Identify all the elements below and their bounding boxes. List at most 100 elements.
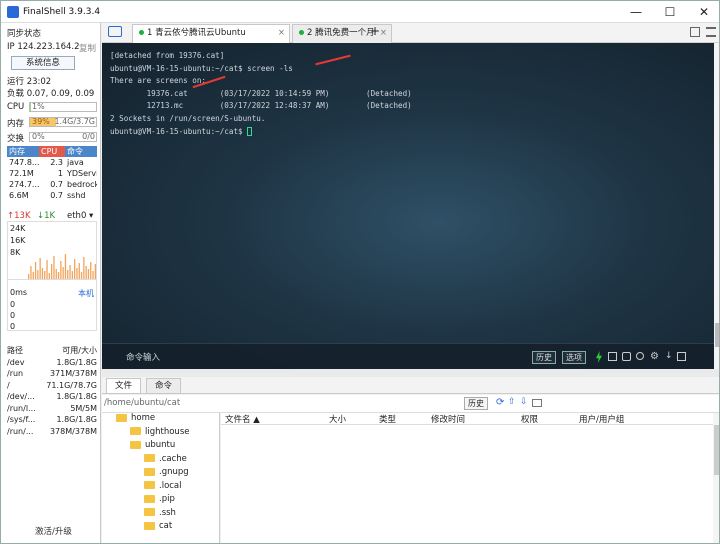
disk-path: /run/... (7, 426, 34, 436)
activate-upgrade-link[interactable]: 激活/升级 (35, 525, 72, 537)
process-memory: 72.1M (9, 169, 34, 178)
menu-icon[interactable] (706, 27, 716, 37)
tree-item[interactable]: .gnupg (144, 467, 189, 478)
file-row[interactable]: bukkit.yml1 KBYML 文件2022/03/17 22:15-rw-… (221, 520, 713, 532)
maximize-terminal-icon[interactable] (677, 352, 686, 361)
new-folder-icon[interactable] (532, 399, 542, 407)
file-row[interactable]: mods文件夹2022/03/17 22:15drwxrwxr-xubuntu/… (221, 461, 713, 473)
tab-session-1-close[interactable]: × (278, 25, 285, 42)
process-row[interactable]: 6.6M 0.7 sshd (7, 190, 97, 201)
folder-icon (144, 481, 155, 489)
tree-item[interactable]: .ssh (144, 508, 176, 519)
tree-item-label: .gnupg (159, 467, 189, 477)
terminal-line: ubuntu@VM-16-15-ubuntu:~/cat$ (110, 127, 253, 137)
folder-icon (116, 413, 127, 422)
panel-splitter[interactable] (102, 369, 719, 377)
col-modified[interactable]: 修改时间 (431, 413, 465, 425)
file-row[interactable]: plugins文件夹2022/03/17 22:15drwxrwxr-xubun… (221, 473, 713, 485)
col-permissions[interactable]: 权限 (521, 413, 538, 425)
tree-item-label: .pip (159, 494, 175, 504)
memory-percent: 39% (32, 117, 50, 126)
file-row[interactable]: logs文件夹2022/03/17 22:15drwxrwxr-xubuntu/… (221, 450, 713, 462)
folder-open-icon[interactable] (108, 26, 122, 37)
path-history-button[interactable]: 历史 (464, 397, 488, 410)
history-button[interactable]: 历史 (532, 351, 556, 364)
disk-row[interactable]: /dev/... 1.8G/1.8G (7, 391, 97, 403)
tree-item[interactable]: cat (144, 521, 172, 532)
disk-row[interactable]: /sys/f... 1.8G/1.8G (7, 414, 97, 426)
disk-path: /dev (7, 357, 25, 367)
download-icon[interactable]: ⇩ (520, 397, 528, 407)
tree-item-label: .local (159, 480, 182, 491)
session-tab-bar: 1 青云依兮腾讯云Ubuntu × 2 腾讯免费一个月 × + (102, 23, 719, 43)
process-command: java (67, 158, 84, 167)
col-name[interactable]: 文件名 ▲ (225, 413, 260, 425)
tab-commands[interactable]: 命令 (146, 378, 182, 394)
tab-files[interactable]: 文件 (106, 378, 142, 394)
folder-icon (144, 508, 155, 516)
minimize-button[interactable]: — (619, 1, 653, 23)
disk-row[interactable]: /dev 1.8G/1.8G (7, 357, 97, 369)
terminal[interactable]: [detached from 19376.cat] ubuntu@VM-16-15… (102, 43, 714, 369)
layout-icon[interactable] (690, 27, 700, 37)
disk-usage: 1.8G/1.8G (56, 415, 97, 424)
tree-item[interactable]: .pip (144, 494, 175, 505)
tree-item[interactable]: .cache (144, 454, 187, 465)
tree-item[interactable]: ubuntu (130, 440, 175, 451)
paste-icon[interactable] (622, 352, 631, 361)
process-memory: 747.8... (9, 158, 39, 167)
uptime: 运行 23:02 (7, 77, 52, 87)
upload-icon[interactable]: ⇧ (508, 397, 516, 407)
process-header-cpu[interactable]: CPU (39, 146, 65, 157)
ping-tick-2: 0 (10, 311, 16, 320)
refresh-icon[interactable]: ⟳ (496, 397, 504, 408)
lightning-icon[interactable] (596, 351, 602, 363)
disk-row[interactable]: /run 371M/378M (7, 368, 97, 380)
col-owner[interactable]: 用户/用户组 (579, 413, 624, 425)
file-row[interactable]: world文件夹2022/03/17 22:30drwxrwxr-xubuntu… (221, 485, 713, 497)
file-row[interactable]: config文件夹2022/03/17 22:15drwxrwxr-xubunt… (221, 426, 713, 438)
tree-item[interactable]: home (116, 413, 155, 424)
process-row[interactable]: 274.7... 0.7 bedrock (7, 179, 97, 190)
process-row[interactable]: 747.8... 2.3 java (7, 157, 97, 168)
load-average: 负载 0.07, 0.09, 0.09 (7, 89, 95, 99)
file-row[interactable]: banned-ips.json2 BJSON 文件2022/03/17 22:1… (221, 497, 713, 509)
add-tab-button[interactable]: + (370, 24, 380, 38)
tree-item[interactable]: lighthouse (130, 427, 189, 438)
process-cpu: 0.7 (50, 180, 63, 189)
disk-row[interactable]: /run/... 378M/378M (7, 426, 97, 438)
terminal-scrollbar[interactable] (714, 43, 719, 369)
cpu-label: CPU (7, 102, 25, 112)
tab-session-1[interactable]: 1 青云依兮腾讯云Ubuntu × (132, 24, 290, 43)
memory-label: 内存 (7, 119, 25, 129)
file-row[interactable]: libraries文件夹2022/03/17 22:15drwxrwxr-xub… (221, 438, 713, 450)
options-button[interactable]: 选项 (562, 351, 586, 364)
copy-ip-button[interactable]: 复制 (79, 42, 96, 54)
tree-item[interactable]: .local (144, 481, 182, 492)
net-interface-select[interactable]: eth0 ▾ (67, 211, 93, 221)
search-icon[interactable] (636, 352, 644, 360)
gear-icon[interactable]: ⚙ (650, 351, 659, 362)
disk-row[interactable]: / 71.1G/78.7G (7, 380, 97, 392)
command-input[interactable]: 命令输入 (126, 351, 160, 363)
path-input[interactable]: /home/ubuntu/cat (104, 398, 180, 408)
tab-session-2-close[interactable]: × (380, 25, 387, 42)
connected-status-icon (139, 30, 144, 35)
ping-host[interactable]: 本机 (78, 288, 94, 299)
net-tick-8k: 8K (10, 248, 21, 257)
col-type[interactable]: 类型 (379, 413, 396, 425)
system-info-button[interactable]: 系统信息 (11, 56, 75, 70)
arrow-down-icon[interactable]: ↓ (665, 351, 673, 361)
file-row[interactable]: banned-players.json2 BJSON 文件2022/03/17 … (221, 509, 713, 521)
file-list: 文件名 ▲ 大小 类型 修改时间 权限 用户/用户组 config文件夹2022… (221, 413, 713, 543)
process-cpu: 0.7 (50, 191, 63, 200)
disk-row[interactable]: /run/l... 5M/5M (7, 403, 97, 415)
col-size[interactable]: 大小 (329, 413, 346, 425)
process-row[interactable]: 72.1M 1 YDServic (7, 168, 97, 179)
process-header-memory[interactable]: 内存 (7, 146, 39, 157)
close-button[interactable]: ✕ (687, 1, 719, 23)
process-header-command[interactable]: 命令 (65, 146, 97, 157)
maximize-button[interactable]: ☐ (653, 1, 687, 23)
file-list-scrollbar[interactable] (713, 413, 719, 543)
copy-icon[interactable] (608, 352, 617, 361)
